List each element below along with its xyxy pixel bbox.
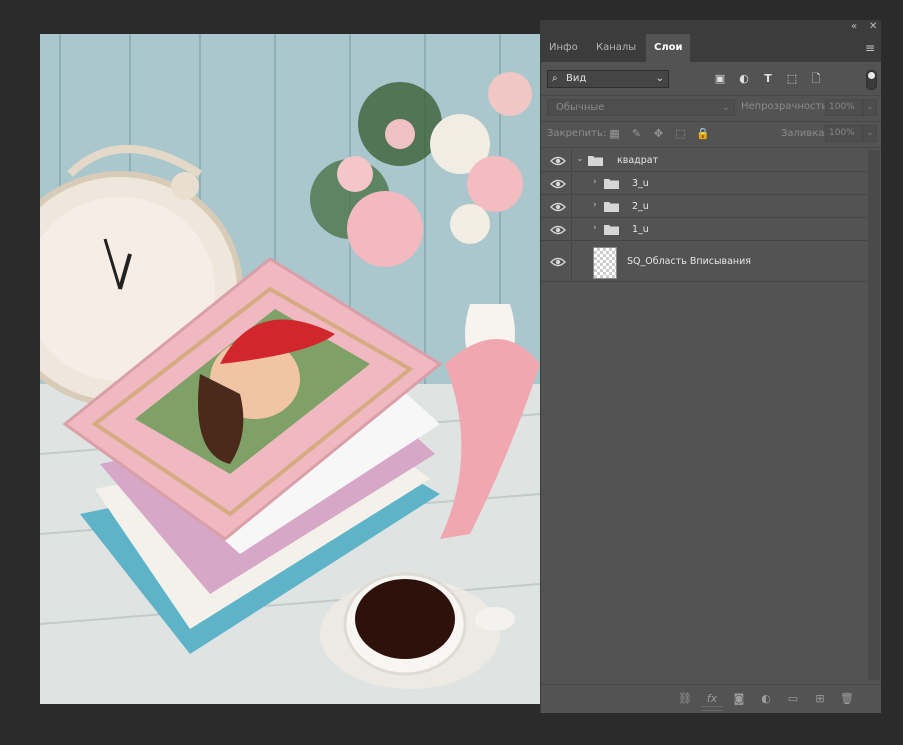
lock-artboard-icon[interactable]: ⬚ — [674, 127, 687, 140]
layer-row-3-u[interactable]: › 3_u — [541, 173, 867, 195]
add-mask-icon[interactable]: ◙ — [732, 692, 746, 706]
divider — [541, 147, 881, 148]
chevron-down-icon[interactable]: ⌄ — [576, 154, 584, 164]
blend-mode-value: Обычные — [556, 102, 605, 113]
panel-menu-icon[interactable]: ≡ — [865, 41, 875, 55]
divider — [571, 242, 572, 281]
fill-input[interactable]: 100% — [825, 125, 863, 142]
folder-icon — [588, 156, 603, 166]
filter-kind-select[interactable]: ⌕ Вид ⌄ — [547, 70, 669, 88]
opacity-input[interactable]: 100% — [825, 99, 863, 116]
filter-toggle-switch[interactable] — [866, 70, 877, 90]
tab-channels[interactable]: Каналы — [588, 34, 644, 62]
lock-image-pixels-icon[interactable]: ✎ — [630, 127, 643, 140]
lock-transparent-pixels-icon[interactable]: ▦ — [608, 127, 621, 140]
layer-name: SQ_Область Вписывания — [627, 256, 752, 267]
divider — [571, 173, 572, 194]
layers-bottom-toolbar: ⛓ fx ◙ ◐ ▭ ⊞ 🗑 — [541, 684, 881, 713]
layer-row-1-u[interactable]: › 1_u — [541, 219, 867, 241]
close-panel-icon[interactable]: ✕ — [869, 21, 877, 32]
layer-name: 1_u — [632, 224, 649, 235]
folder-icon — [604, 179, 619, 189]
chevron-right-icon[interactable]: › — [593, 200, 597, 210]
fx-icon[interactable]: fx — [705, 692, 719, 706]
collapse-panel-icon[interactable]: « — [851, 21, 857, 32]
filter-adjustment-layers-icon[interactable]: ◐ — [737, 72, 751, 86]
layer-row-sq-area[interactable]: SQ_Область Вписывания — [541, 242, 867, 282]
layer-row-2-u[interactable]: › 2_u — [541, 196, 867, 218]
layer-row-kvadrat[interactable]: ⌄ квадрат — [541, 150, 867, 172]
layer-name: 3_u — [632, 178, 649, 189]
filter-type-layers-icon[interactable]: T — [761, 72, 775, 86]
filter-kind-value: Вид — [566, 73, 587, 84]
layers-panel: « ✕ Инфо Каналы Слои ≡ ⌕ Вид ⌄ ▣ ◐ T ⬚ 🗋… — [540, 20, 881, 713]
divider — [571, 150, 572, 171]
eye-visibility-icon[interactable] — [550, 202, 566, 212]
lock-position-icon[interactable]: ✥ — [652, 127, 665, 140]
filter-pixel-layers-icon[interactable]: ▣ — [713, 72, 727, 86]
fill-label: Заливка: — [781, 128, 828, 139]
divider — [571, 219, 572, 240]
blend-mode-select[interactable]: Обычные ⌄ — [547, 99, 735, 116]
fill-dropdown-icon[interactable]: ⌄ — [863, 125, 877, 142]
folder-icon — [604, 225, 619, 235]
tab-layers[interactable]: Слои — [646, 34, 690, 62]
document-canvas[interactable] — [40, 34, 540, 704]
resize-grip[interactable] — [701, 706, 723, 711]
tab-info[interactable]: Инфо — [541, 34, 586, 62]
new-group-icon[interactable]: ▭ — [786, 692, 800, 706]
canvas-artwork — [40, 34, 540, 704]
eye-visibility-icon[interactable] — [550, 179, 566, 189]
chevron-down-icon: ⌄ — [721, 102, 730, 113]
divider — [571, 196, 572, 217]
filter-smart-objects-icon[interactable]: 🗋 — [809, 72, 823, 86]
layer-thumbnail[interactable] — [593, 247, 617, 279]
chevron-right-icon[interactable]: › — [593, 177, 597, 187]
lock-all-icon[interactable]: 🔒 — [696, 127, 710, 140]
adjustment-layer-icon[interactable]: ◐ — [759, 692, 773, 706]
lock-label: Закрепить: — [547, 128, 607, 139]
search-icon: ⌕ — [552, 73, 558, 84]
eye-visibility-icon[interactable] — [550, 156, 566, 166]
panel-header-strip: « ✕ — [541, 20, 881, 34]
folder-icon — [604, 202, 619, 212]
blend-row: Обычные ⌄ Непрозрачность: 100% ⌄ — [541, 96, 881, 120]
lock-row: Закрепить: ▦ ✎ ✥ ⬚ 🔒 Заливка: 100% ⌄ — [541, 122, 881, 146]
filter-shape-layers-icon[interactable]: ⬚ — [785, 72, 799, 86]
layer-filter-row: ⌕ Вид ⌄ ▣ ◐ T ⬚ 🗋 — [541, 66, 881, 94]
chevron-down-icon: ⌄ — [655, 73, 664, 84]
eye-visibility-icon[interactable] — [550, 257, 566, 267]
layers-list: ⌄ квадрат › 3_u › 2_u › 1_u SQ_Область В… — [541, 150, 867, 680]
opacity-label: Непрозрачность: — [741, 101, 831, 112]
layers-scrollbar[interactable] — [868, 150, 880, 680]
chevron-right-icon[interactable]: › — [593, 223, 597, 233]
eye-visibility-icon[interactable] — [550, 225, 566, 235]
opacity-dropdown-icon[interactable]: ⌄ — [863, 99, 877, 116]
layer-name: квадрат — [617, 155, 659, 166]
new-layer-icon[interactable]: ⊞ — [813, 692, 827, 706]
layer-name: 2_u — [632, 201, 649, 212]
link-layers-icon[interactable]: ⛓ — [678, 692, 692, 706]
panel-tab-bar: Инфо Каналы Слои ≡ — [541, 34, 881, 62]
trash-icon[interactable]: 🗑 — [840, 692, 854, 706]
